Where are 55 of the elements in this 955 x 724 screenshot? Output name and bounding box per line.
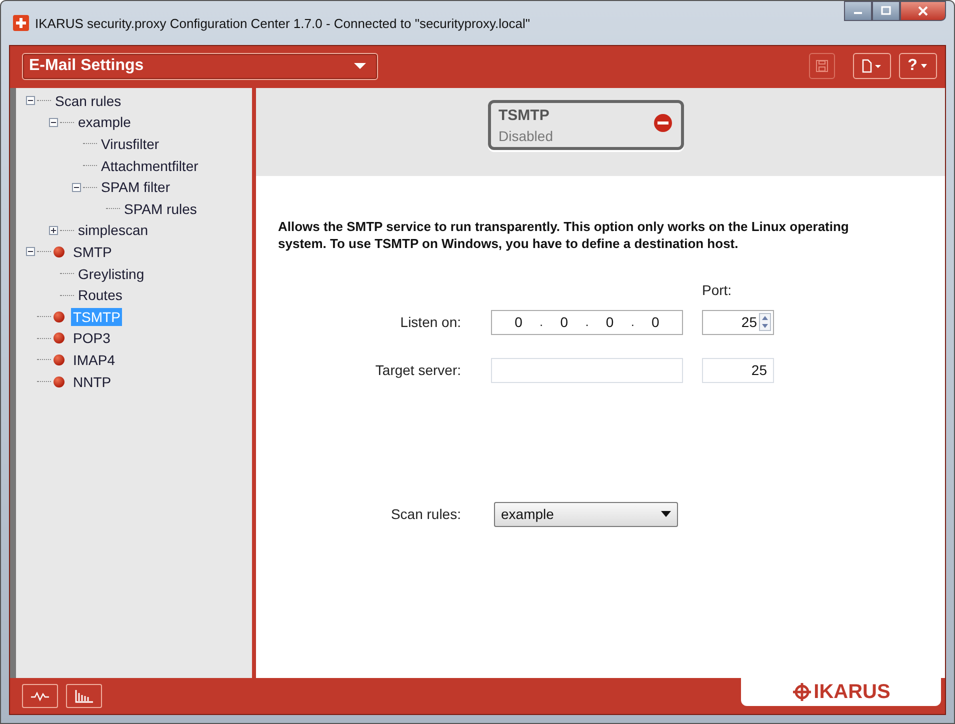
status-text: Disabled [498,128,553,144]
monitor-button[interactable] [22,684,58,708]
target-server-field[interactable] [491,358,683,382]
brand-logo: IKARUS [814,680,890,704]
bar-chart-icon [74,689,94,703]
spinner-arrows-icon[interactable] [759,313,771,331]
expander-icon[interactable] [49,226,58,235]
tree-item[interactable]: Scan rules [53,92,124,110]
crosshair-logo-icon [792,682,812,702]
maximize-icon [880,6,892,16]
tree-item[interactable]: NNTP [71,372,114,391]
maximize-button[interactable] [872,1,900,21]
listen-on-label: Listen on: [399,314,461,330]
port-label: Port: [702,282,732,298]
tree-item[interactable]: SPAM rules [122,200,199,218]
minimize-button[interactable] [844,1,872,21]
tree-item[interactable]: IMAP4 [71,350,118,369]
tree-item[interactable]: POP3 [71,329,112,348]
new-document-button[interactable] [853,53,891,79]
port-spinner[interactable]: 25 [702,310,774,334]
scan-rules-label: Scan rules: [390,506,461,522]
ip-address-field[interactable]: 0 . 0 . 0 . 0 [491,310,683,334]
statistics-button[interactable] [66,684,102,708]
tree-item[interactable]: SPAM filter [99,178,172,196]
ip-separator: . [630,315,634,329]
expander-icon[interactable] [26,247,35,256]
document-caret-icon [861,59,883,73]
tree-item[interactable]: Attachmentfilter [99,156,200,175]
expander-icon[interactable] [26,96,35,106]
description-text: Allows the SMTP service to run transparently. This option only works on the Linux operating system. To use TSMTP on Windows, you have to define a destination host. [278,218,850,252]
caret-icon [920,63,928,69]
close-icon [917,6,929,16]
tree-item[interactable]: Greylisting [76,264,146,283]
app-logo-icon [13,15,29,31]
window-title: IKARUS security.proxy Configuration Center 1.7.0 - Connected to "securityproxy.local" [35,16,532,30]
caret-icon [353,62,367,70]
target-server-label: Target server: [374,362,461,378]
section-dropdown[interactable]: E-Mail Settings [22,52,378,80]
tree-item[interactable]: simplescan [76,221,150,240]
ip-separator: . [585,315,589,329]
target-port-field[interactable]: 25 [702,358,774,382]
tree-item[interactable]: Virusfilter [99,134,162,153]
ip-separator: . [540,315,544,329]
expander-icon[interactable] [49,118,58,127]
waveform-icon [30,690,50,702]
tree-item[interactable]: Routes [76,286,124,304]
help-button[interactable]: ? [899,53,937,79]
expander-icon[interactable] [72,182,81,192]
caret-icon [661,511,671,517]
tree-item[interactable]: SMTP [71,242,114,261]
tree-item[interactable]: example [76,113,133,132]
status-card-title: TSMTP [498,107,550,124]
save-icon [815,59,829,73]
close-button[interactable] [900,1,946,21]
scan-rules-dropdown[interactable]: example [494,502,678,526]
